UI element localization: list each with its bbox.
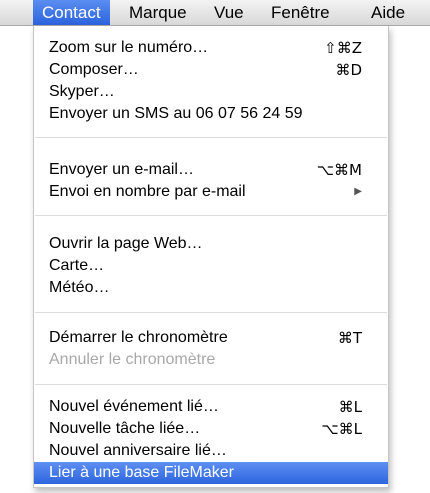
menu-item-skype[interactable]: Skyper… (34, 81, 388, 103)
menu-item-weather[interactable]: Météo… (34, 277, 388, 299)
contact-dropdown-menu: Zoom sur le numéro… ⇧⌘Z Composer… ⌘D Sky… (33, 26, 389, 488)
menubar-item-aide[interactable]: Aide (362, 0, 414, 25)
menu-item-label: Démarrer le chronomètre (49, 329, 228, 346)
screen: Contact Marque Vue Fenêtre Aide Zoom sur… (0, 0, 430, 493)
menu-item-compose[interactable]: Composer… ⌘D (34, 59, 388, 81)
shortcut-label: ⌥⌘L (321, 420, 362, 438)
menu-item-send-sms[interactable]: Envoyer un SMS au 06 07 56 24 59 (34, 103, 388, 125)
menu-item-label: Météo… (49, 279, 110, 296)
menu-item-label: Lier à une base FileMaker (49, 464, 234, 481)
menu-item-open-web-page[interactable]: Ouvrir la page Web… (34, 233, 388, 255)
shortcut-label: ⌘L (338, 398, 362, 416)
menu-item-zoom-number[interactable]: Zoom sur le numéro… ⇧⌘Z (34, 37, 388, 59)
shortcut-label: ⌘D (335, 61, 362, 79)
menu-separator (35, 312, 387, 313)
menu-separator (35, 384, 387, 385)
menu-separator (35, 215, 387, 216)
menu-item-label: Nouvel événement lié… (49, 398, 219, 415)
submenu-arrow-icon: ▶ (354, 186, 362, 197)
menu-item-label: Zoom sur le numéro… (49, 39, 209, 56)
menu-bar: Contact Marque Vue Fenêtre Aide (0, 0, 430, 26)
menu-item-new-linked-birthday[interactable]: Nouvel anniversaire lié… (34, 440, 388, 462)
menu-item-new-linked-event[interactable]: Nouvel événement lié… ⌘L (34, 396, 388, 418)
menu-item-map[interactable]: Carte… (34, 255, 388, 277)
menu-item-label: Nouvel anniversaire lié… (49, 442, 227, 459)
menubar-item-marque[interactable]: Marque (120, 0, 196, 25)
menu-item-send-email[interactable]: Envoyer un e-mail… ⌥⌘M (34, 159, 388, 181)
menubar-item-contact[interactable]: Contact (33, 0, 110, 25)
menu-item-label: Ouvrir la page Web… (49, 235, 203, 252)
menu-separator (35, 137, 387, 138)
menu-item-label: Envoi en nombre par e-mail (49, 183, 246, 200)
menu-item-link-filemaker[interactable]: Lier à une base FileMaker (34, 462, 388, 484)
menu-item-label: Composer… (49, 61, 139, 78)
menu-item-label: Skyper… (49, 83, 115, 100)
menu-item-start-timer[interactable]: Démarrer le chronomètre ⌘T (34, 327, 388, 349)
menubar-item-vue[interactable]: Vue (205, 0, 253, 25)
menubar-item-fenetre[interactable]: Fenêtre (262, 0, 339, 25)
menu-item-cancel-timer: Annuler le chronomètre (34, 349, 388, 371)
shortcut-label: ⌥⌘M (316, 161, 362, 179)
menu-item-new-linked-task[interactable]: Nouvelle tâche liée… ⌥⌘L (34, 418, 388, 440)
shortcut-label: ⇧⌘Z (324, 39, 362, 57)
shortcut-label: ⌘T (337, 329, 362, 347)
menu-item-label: Nouvelle tâche liée… (49, 420, 201, 437)
menu-item-label: Carte… (49, 257, 105, 274)
menu-item-label: Annuler le chronomètre (49, 351, 216, 368)
menu-item-bulk-email[interactable]: Envoi en nombre par e-mail ▶ (34, 181, 388, 203)
menu-item-label: Envoyer un SMS au 06 07 56 24 59 (49, 105, 303, 122)
menu-item-label: Envoyer un e-mail… (49, 161, 194, 178)
